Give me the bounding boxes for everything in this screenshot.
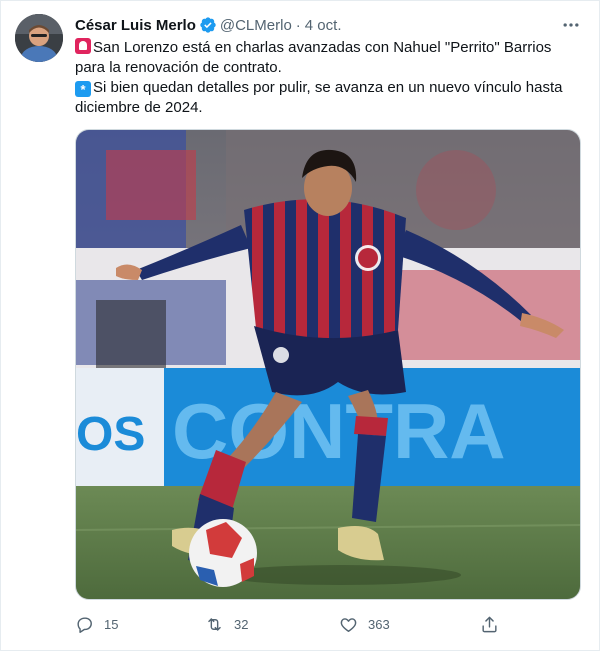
retweet-count: 32 — [234, 616, 249, 632]
avatar[interactable] — [15, 14, 63, 62]
svg-text:OS: OS — [76, 408, 145, 461]
siren-emoji — [75, 38, 91, 54]
verified-badge-icon — [199, 16, 217, 34]
tweet-text-line-2: para la renovación de contrato. — [75, 59, 282, 76]
more-options-icon[interactable] — [559, 14, 583, 36]
author-handle[interactable]: @CLMerlo — [220, 17, 292, 34]
author-name[interactable]: César Luis Merlo — [75, 17, 196, 34]
tweet-text-line-1: San Lorenzo está en charlas avanzadas co… — [75, 38, 575, 58]
reply-icon — [77, 616, 92, 633]
separator-dot: · — [295, 16, 301, 34]
asterisk-emoji: * — [75, 81, 91, 97]
tweet-header: César Luis Merlo @CLMerlo · 4 oct. — [75, 14, 341, 36]
tweet-text: San Lorenzo está en charlas avanzadas co… — [75, 38, 575, 118]
tweet-card[interactable]: César Luis Merlo @CLMerlo · 4 oct. San L… — [0, 0, 600, 651]
like-count: 363 — [368, 616, 390, 632]
reply-button[interactable]: 15 — [75, 612, 118, 636]
retweet-button[interactable]: 32 — [205, 612, 248, 636]
share-icon — [482, 616, 497, 632]
tweet-photo[interactable]: OS CONTRA — [75, 129, 581, 600]
like-icon — [340, 617, 357, 632]
like-button[interactable]: 363 — [339, 612, 390, 636]
tweet-text-line-4: diciembre de 2024. — [75, 99, 203, 116]
retweet-icon — [208, 617, 221, 631]
tweet-timestamp[interactable]: 4 oct. — [305, 17, 342, 34]
share-button[interactable] — [480, 612, 509, 636]
reply-count: 15 — [104, 616, 119, 632]
tweet-text-line-3: * Si bien quedan detalles por pulir, se a… — [75, 78, 575, 98]
tweet-actions: 15 32 363 — [75, 612, 505, 636]
